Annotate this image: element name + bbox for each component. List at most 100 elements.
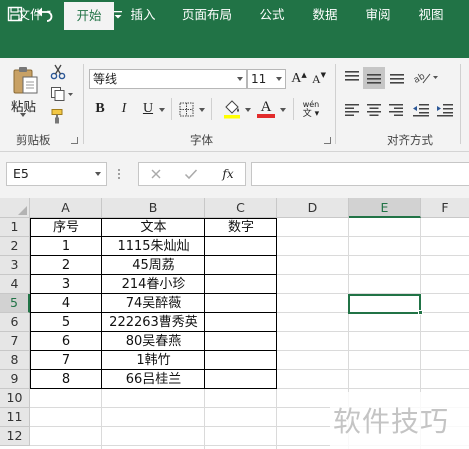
row-header-3[interactable]: 3 bbox=[0, 256, 30, 275]
row-header-7[interactable]: 7 bbox=[0, 332, 30, 351]
fill-color-dropdown-icon[interactable] bbox=[245, 108, 251, 112]
align-center-icon[interactable] bbox=[364, 100, 384, 120]
font-color-button[interactable]: A bbox=[256, 98, 276, 120]
cell-a5[interactable]: 4 bbox=[30, 294, 102, 313]
cell-b9[interactable]: 66吕桂兰 bbox=[102, 370, 205, 389]
row-header-5[interactable]: 5 bbox=[0, 294, 30, 313]
column-header-e[interactable]: E bbox=[349, 198, 421, 218]
insert-function-button[interactable]: fx bbox=[218, 165, 238, 183]
tab-file[interactable]: 文件 bbox=[8, 0, 52, 30]
font-size-combo[interactable]: 11 bbox=[247, 69, 286, 89]
cell-b8[interactable]: 1韩竹 bbox=[102, 351, 205, 370]
tab-view[interactable]: 视图 bbox=[411, 0, 451, 30]
cell-c4[interactable] bbox=[205, 275, 277, 294]
bottom-align-icon[interactable] bbox=[387, 67, 407, 87]
shrink-font-button[interactable]: A ▼ bbox=[310, 70, 328, 88]
column-header-a[interactable]: A bbox=[30, 198, 102, 218]
row-header-1[interactable]: 1 bbox=[0, 218, 30, 237]
tab-data[interactable]: 数据 bbox=[305, 0, 345, 30]
cell-a8[interactable]: 7 bbox=[30, 351, 102, 370]
cancel-icon[interactable] bbox=[147, 166, 165, 182]
column-header-f[interactable]: F bbox=[421, 198, 469, 218]
row-header-2[interactable]: 2 bbox=[0, 237, 30, 256]
tab-home[interactable]: 开始 bbox=[64, 2, 114, 30]
align-left-icon[interactable] bbox=[342, 100, 362, 120]
row-header-4[interactable]: 4 bbox=[0, 275, 30, 294]
borders-icon[interactable] bbox=[177, 100, 195, 118]
cell-a9[interactable]: 8 bbox=[30, 370, 102, 389]
formula-bar-grip-icon[interactable] bbox=[118, 168, 120, 180]
formula-input[interactable] bbox=[251, 162, 469, 186]
increase-indent-icon[interactable] bbox=[434, 100, 456, 120]
align-right-icon[interactable] bbox=[386, 100, 406, 120]
cell-c5[interactable] bbox=[205, 294, 277, 313]
cell-c8[interactable] bbox=[205, 351, 277, 370]
font-launcher-icon[interactable] bbox=[324, 137, 331, 144]
select-all-button[interactable] bbox=[0, 198, 30, 218]
tab-review[interactable]: 审阅 bbox=[358, 0, 398, 30]
bold-icon: B bbox=[95, 101, 105, 116]
cell-c7[interactable] bbox=[205, 332, 277, 351]
cell-a2[interactable]: 1 bbox=[30, 237, 102, 256]
row-header-10[interactable]: 10 bbox=[0, 389, 30, 408]
row-header-12[interactable]: 12 bbox=[0, 427, 30, 446]
row-header-8[interactable]: 8 bbox=[0, 351, 30, 370]
top-align-icon[interactable] bbox=[342, 67, 362, 87]
paste-icon[interactable] bbox=[10, 64, 40, 96]
cell-c3[interactable] bbox=[205, 256, 277, 275]
format-painter-icon[interactable] bbox=[49, 107, 67, 125]
cell-c1[interactable]: 数字 bbox=[205, 218, 277, 237]
cell-b2[interactable]: 1115朱灿灿 bbox=[102, 237, 205, 256]
cell-a6[interactable]: 5 bbox=[30, 313, 102, 332]
borders-dropdown-icon[interactable] bbox=[199, 108, 205, 112]
cell-a3[interactable]: 2 bbox=[30, 256, 102, 275]
underline-icon: U bbox=[142, 101, 154, 116]
cell-b3[interactable]: 45周荔 bbox=[102, 256, 205, 275]
font-name-combo[interactable]: 等线 bbox=[89, 69, 247, 89]
name-box[interactable]: E5 bbox=[6, 162, 107, 186]
phonetic-guide-button[interactable]: wén 文 ▾ bbox=[298, 98, 324, 120]
cell-b5[interactable]: 74吴醉薇 bbox=[102, 294, 205, 313]
watermark: 软件技巧 bbox=[330, 392, 469, 449]
row-header-6[interactable]: 6 bbox=[0, 313, 30, 332]
cell-b1[interactable]: 文本 bbox=[102, 218, 205, 237]
row-header-9[interactable]: 9 bbox=[0, 370, 30, 389]
bold-button[interactable]: B bbox=[91, 100, 109, 118]
separator bbox=[83, 64, 84, 144]
cell-b6[interactable]: 222263曹秀英 bbox=[102, 313, 205, 332]
row-header-11[interactable]: 11 bbox=[0, 408, 30, 427]
middle-align-icon[interactable] bbox=[363, 67, 385, 89]
column-header-c[interactable]: C bbox=[205, 198, 277, 218]
column-header-b[interactable]: B bbox=[102, 198, 205, 218]
fill-handle[interactable] bbox=[418, 310, 423, 315]
tab-page-layout[interactable]: 页面布局 bbox=[175, 0, 239, 30]
phonetic-icon: wén bbox=[302, 99, 320, 109]
cell-c9[interactable] bbox=[205, 370, 277, 389]
orientation-icon[interactable]: ab bbox=[412, 67, 440, 87]
tab-formulas[interactable]: 公式 bbox=[252, 0, 292, 30]
clipboard-launcher-icon[interactable] bbox=[71, 137, 78, 144]
cell-b4[interactable]: 214眷小珍 bbox=[102, 275, 205, 294]
tab-insert[interactable]: 插入 bbox=[122, 0, 164, 30]
cut-icon[interactable] bbox=[49, 63, 67, 81]
cell-a7[interactable]: 6 bbox=[30, 332, 102, 351]
cell-b7[interactable]: 80吴春燕 bbox=[102, 332, 205, 351]
clipboard-group-label: 剪贴板 bbox=[16, 133, 51, 147]
copy-icon[interactable] bbox=[49, 85, 75, 103]
cell-a1[interactable]: 序号 bbox=[30, 218, 102, 237]
cell-a4[interactable]: 3 bbox=[30, 275, 102, 294]
underline-button[interactable]: U bbox=[139, 100, 157, 118]
column-header-d[interactable]: D bbox=[277, 198, 349, 218]
cell-c2[interactable] bbox=[205, 237, 277, 256]
cell-c6[interactable] bbox=[205, 313, 277, 332]
grow-font-button[interactable]: A ▲ bbox=[290, 70, 308, 88]
underline-dropdown-icon[interactable] bbox=[159, 108, 165, 112]
fill-color-icon[interactable] bbox=[222, 98, 242, 120]
enter-icon[interactable] bbox=[182, 166, 200, 182]
paste-dropdown-icon[interactable] bbox=[20, 113, 26, 117]
italic-button[interactable]: I bbox=[115, 100, 133, 118]
font-color-dropdown-icon[interactable] bbox=[280, 108, 286, 112]
alignment-group-label: 对齐方式 bbox=[387, 133, 433, 147]
decrease-indent-icon[interactable] bbox=[410, 100, 432, 120]
selected-cell-e5[interactable] bbox=[348, 294, 421, 314]
